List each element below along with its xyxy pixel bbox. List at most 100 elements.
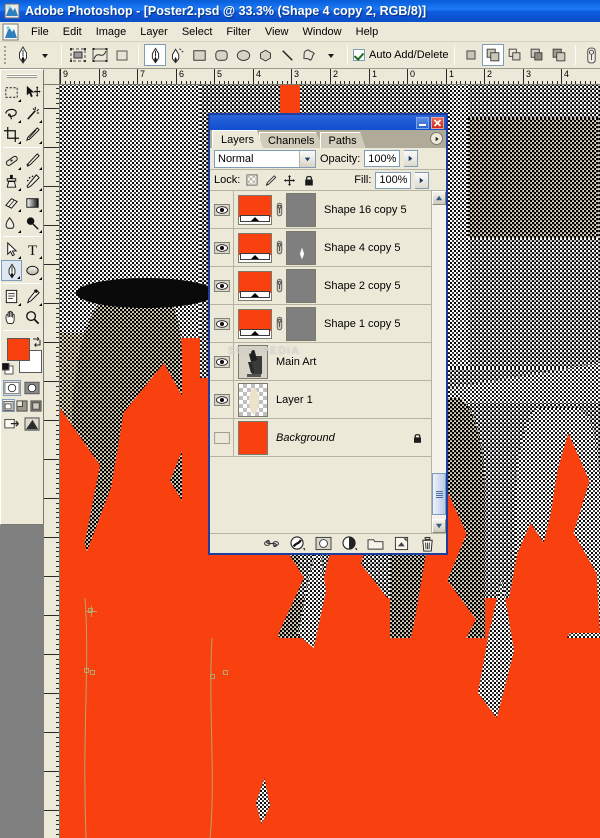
layers-scrollbar[interactable] — [431, 191, 446, 533]
horizontal-ruler[interactable]: 9 8 7 6 5 4 3 2 1 0 1 2 3 4 — [60, 69, 600, 85]
eye-icon[interactable] — [213, 240, 230, 255]
layer-thumbnail[interactable] — [238, 270, 272, 301]
scroll-down-button[interactable] — [432, 519, 446, 533]
full-screen-mode-button[interactable] — [30, 399, 43, 412]
tool-hand[interactable] — [1, 307, 22, 328]
layer-vector-mask-thumbnail[interactable] — [286, 306, 316, 341]
layer-thumbnail[interactable] — [238, 420, 268, 455]
lock-transparent-pixels-icon[interactable] — [244, 173, 259, 188]
quick-mask-mode-button[interactable] — [23, 380, 41, 396]
tool-pen[interactable] — [1, 260, 22, 281]
adjustment-layer-button[interactable] — [341, 536, 358, 552]
rounded-rectangle-tool-button[interactable] — [210, 44, 232, 66]
tool-clone-stamp[interactable] — [1, 171, 22, 192]
link-indicator-icon[interactable] — [272, 315, 286, 332]
link-layers-button[interactable] — [263, 536, 280, 552]
layers-palette[interactable]: Layers Channels Paths Normal Opacity: 10… — [208, 113, 448, 555]
menu-item-image[interactable]: Image — [89, 24, 134, 40]
table-row[interactable]: Shape 2 copy 5 — [210, 266, 431, 305]
table-row[interactable]: Background — [210, 418, 431, 457]
table-row[interactable]: Shape 1 copy 5 — [210, 304, 431, 343]
layer-visibility-toggle[interactable] — [210, 266, 234, 305]
add-to-shape-area-button[interactable] — [460, 44, 482, 66]
toolbox-palette[interactable]: T — [0, 69, 44, 525]
tab-channels[interactable]: Channels — [259, 132, 324, 148]
tool-ellipse-shape[interactable] — [22, 260, 43, 281]
layer-thumbnail[interactable] — [238, 382, 268, 417]
edit-in-imageready-button[interactable] — [3, 416, 21, 432]
auto-add-delete-checkbox[interactable]: Auto Add/Delete — [353, 49, 449, 61]
link-indicator-icon[interactable] — [272, 239, 286, 256]
lock-image-pixels-icon[interactable] — [263, 173, 278, 188]
layer-thumbnail[interactable] — [238, 232, 272, 263]
tool-eyedropper[interactable] — [22, 286, 43, 307]
table-row[interactable]: Shape 16 copy 5 — [210, 191, 431, 229]
fill-pixels-button[interactable] — [111, 44, 133, 66]
menu-item-file[interactable]: File — [24, 24, 56, 40]
layer-mask-button[interactable] — [315, 536, 332, 552]
toolbox-drag-handle[interactable] — [1, 70, 43, 82]
full-screen-with-menubar-button[interactable] — [16, 399, 29, 412]
shape-options-dropdown-icon[interactable] — [320, 44, 342, 66]
layer-name[interactable]: Shape 2 copy 5 — [324, 280, 400, 292]
paths-button[interactable] — [89, 44, 111, 66]
scroll-up-button[interactable] — [432, 191, 446, 205]
tool-magic-wand[interactable] — [22, 103, 43, 124]
layer-visibility-toggle[interactable] — [210, 228, 234, 267]
new-group-button[interactable] — [367, 536, 384, 552]
layers-list[interactable]: Shape 16 copy 5 Shape 4 copy 5 Shape 2 c… — [210, 191, 446, 533]
tool-healing-brush[interactable] — [1, 150, 22, 171]
tool-brush[interactable] — [22, 150, 43, 171]
layer-thumbnail[interactable] — [238, 344, 268, 379]
menu-item-select[interactable]: Select — [175, 24, 220, 40]
options-bar-drag-handle[interactable] — [2, 45, 9, 65]
shape-layers-button[interactable] — [67, 44, 89, 66]
auto-add-delete-checkmark-icon[interactable] — [353, 49, 365, 61]
lock-all-icon[interactable] — [301, 173, 316, 188]
tab-paths[interactable]: Paths — [319, 132, 366, 148]
layer-thumbnail[interactable] — [238, 308, 272, 339]
rectangle-tool-button[interactable] — [188, 44, 210, 66]
path-anchor-point-4[interactable] — [223, 670, 228, 675]
new-layer-button[interactable] — [393, 536, 410, 552]
layer-visibility-toggle[interactable] — [210, 418, 234, 457]
fill-slider-arrow-icon[interactable] — [415, 171, 430, 189]
ruler-origin-corner[interactable] — [44, 69, 60, 85]
opacity-slider-arrow-icon[interactable] — [404, 150, 419, 167]
tool-blur[interactable] — [1, 213, 22, 234]
foreground-color-swatch[interactable] — [7, 338, 30, 361]
menu-item-window[interactable]: Window — [296, 24, 349, 40]
pen-tool-button[interactable] — [144, 44, 166, 66]
menu-item-edit[interactable]: Edit — [56, 24, 89, 40]
layer-visibility-toggle[interactable] — [210, 342, 234, 381]
default-colors-icon[interactable] — [2, 363, 14, 375]
minimize-button[interactable] — [416, 116, 429, 129]
document-icon[interactable] — [2, 23, 20, 41]
fill-value[interactable]: 100% — [375, 171, 412, 189]
layer-name[interactable]: Shape 16 copy 5 — [324, 204, 407, 216]
lock-position-icon[interactable] — [282, 173, 297, 188]
tool-zoom[interactable] — [22, 307, 43, 328]
layer-name[interactable]: Shape 4 copy 5 — [324, 242, 400, 254]
layer-thumbnail[interactable] — [238, 194, 272, 225]
swap-colors-icon[interactable] — [31, 336, 42, 347]
table-row[interactable]: Layer 1 — [210, 380, 431, 419]
layer-style-button[interactable] — [289, 536, 306, 552]
imageready-icon[interactable] — [24, 416, 41, 432]
delete-layer-button[interactable] — [419, 536, 436, 552]
eye-icon[interactable] — [213, 316, 230, 331]
style-preview-icon[interactable] — [581, 44, 600, 66]
line-tool-button[interactable] — [276, 44, 298, 66]
layer-vector-mask-thumbnail[interactable] — [286, 192, 316, 227]
palette-menu-icon[interactable] — [430, 132, 443, 145]
tab-layers[interactable]: Layers — [212, 130, 264, 148]
scrollbar-thumb[interactable] — [432, 473, 446, 515]
close-button[interactable] — [431, 116, 444, 129]
blend-mode-dropdown[interactable]: Normal — [214, 149, 316, 168]
tool-lasso[interactable] — [1, 103, 22, 124]
layer-name[interactable]: Layer 1 — [276, 394, 313, 406]
polygon-tool-button[interactable] — [254, 44, 276, 66]
eye-icon[interactable] — [213, 202, 230, 217]
path-anchor-point-3[interactable] — [90, 670, 95, 675]
layer-name[interactable]: Main Art — [276, 356, 316, 368]
